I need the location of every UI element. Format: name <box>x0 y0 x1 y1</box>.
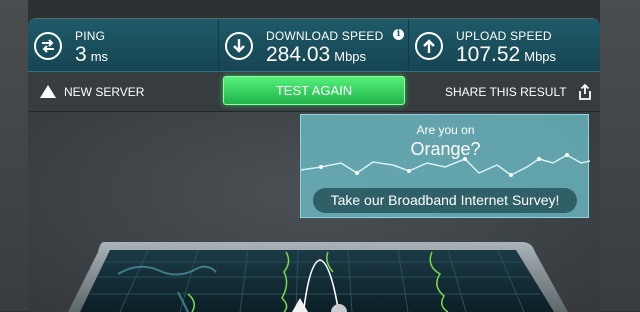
survey-isp-name: Orange? <box>410 139 481 159</box>
ping-stat: PING 3 ms <box>28 19 218 71</box>
ping-arrows-icon <box>34 32 62 60</box>
upload-unit: Mbps <box>524 49 557 64</box>
share-result-label: SHARE THIS RESULT <box>445 85 567 99</box>
upload-value: 107.52 <box>456 43 521 66</box>
new-server-label: NEW SERVER <box>64 85 145 99</box>
page-background-left <box>0 0 28 311</box>
page-background-right <box>600 0 640 311</box>
ping-unit: ms <box>90 49 109 64</box>
upload-value-group: 107.52 Mbps <box>456 43 556 67</box>
download-value-group: 284.03 Mbps <box>266 43 366 67</box>
upload-arrow-icon <box>415 32 443 60</box>
action-bar: NEW SERVER TEST AGAIN SHARE THIS RESULT <box>28 72 600 112</box>
triangle-icon <box>40 85 56 98</box>
test-again-button[interactable]: TEST AGAIN <box>223 76 405 105</box>
results-area: Are you on Orange? Take our Broadband In… <box>28 112 600 312</box>
download-arrow-icon <box>225 32 253 60</box>
download-stat: DOWNLOAD SPEED i 284.03 Mbps <box>218 19 409 71</box>
upload-stat: UPLOAD SPEED 107.52 Mbps <box>408 19 600 71</box>
broadband-survey-promo[interactable]: Are you on Orange? Take our Broadband In… <box>300 114 590 218</box>
download-value: 284.03 <box>266 43 331 66</box>
speedtest-panel: PING 3 ms DOWNLOAD SPEED i 284.03 Mbps U… <box>28 18 600 312</box>
ping-label: PING <box>75 29 106 43</box>
share-icon <box>579 83 591 100</box>
download-unit: Mbps <box>334 49 367 64</box>
upload-label: UPLOAD SPEED <box>456 29 552 43</box>
download-label: DOWNLOAD SPEED <box>266 29 384 43</box>
info-icon[interactable]: i <box>393 29 404 40</box>
ping-value-group: 3 ms <box>75 43 108 67</box>
ping-value: 3 <box>75 43 87 66</box>
take-survey-button[interactable]: Take our Broadband Internet Survey! <box>313 188 577 213</box>
results-bar: PING 3 ms DOWNLOAD SPEED i 284.03 Mbps U… <box>28 19 600 72</box>
survey-question: Are you on <box>416 123 475 137</box>
